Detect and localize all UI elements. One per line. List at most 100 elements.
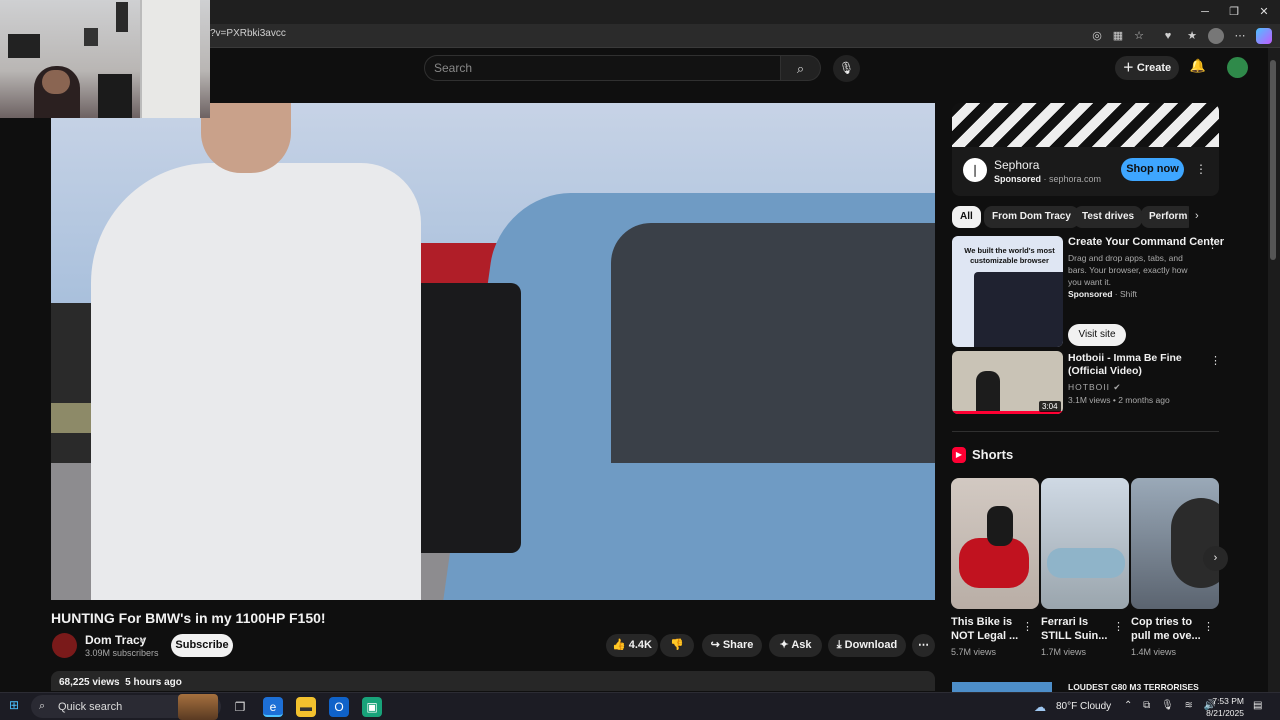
views-text: 68,225 views — [59, 677, 120, 688]
share-label: Share — [722, 639, 754, 651]
cloud-icon: ☁ — [1034, 700, 1046, 714]
short-thumbnail[interactable] — [951, 478, 1039, 609]
sponsored-description: Drag and drop apps, tabs, and bars. Your… — [1068, 253, 1188, 287]
favorites-icon[interactable]: ★ — [1184, 28, 1200, 44]
minimize-button[interactable]: ─ — [1196, 3, 1214, 21]
voice-search-button[interactable]: 🎙 — [833, 55, 860, 82]
shop-now-button[interactable]: Shop now — [1121, 158, 1184, 181]
short-thumbnail[interactable] — [1041, 478, 1129, 609]
search-placeholder: Search — [434, 61, 473, 75]
search-button[interactable]: ⌕ — [781, 55, 821, 81]
clock[interactable]: 7:53 PM 8/21/2025 — [1204, 695, 1244, 719]
share-icon: ↪ — [710, 639, 723, 651]
posted-time: 5 hours ago — [125, 677, 182, 688]
favorite-icon[interactable]: ☆ — [1131, 28, 1147, 44]
sponsored-title[interactable]: Create Your Command Center — [1068, 236, 1224, 248]
visit-site-button[interactable]: Visit site — [1068, 324, 1126, 346]
ad-name[interactable]: Sephora — [994, 158, 1039, 172]
more-vertical-icon[interactable]: ⋮ — [1113, 620, 1124, 633]
create-label: Create — [1136, 62, 1172, 74]
copilot-icon[interactable] — [1256, 28, 1272, 44]
account-avatar[interactable] — [1227, 57, 1248, 78]
more-vertical-icon[interactable]: ⋮ — [1207, 238, 1218, 251]
video-title: HUNTING For BMW's in my 1100HP F150! — [51, 610, 326, 626]
ask-label: Ask — [791, 639, 812, 651]
related-video-channel[interactable]: HOTBOII ✔ — [1068, 382, 1121, 393]
ask-button[interactable]: ✦ Ask — [769, 634, 822, 657]
video-player[interactable] — [51, 103, 935, 600]
extensions-icon[interactable]: ▦ — [1110, 28, 1126, 44]
app-icon[interactable]: ▣ — [362, 697, 382, 717]
short-thumbnail[interactable] — [1131, 478, 1219, 609]
short-views: 1.4M views — [1131, 647, 1177, 657]
view-count: 68,225 views 5 hours ago — [59, 677, 182, 688]
windows-start-icon[interactable]: ⊞ — [6, 698, 22, 714]
related-video-meta: 3.1M views • 2 months ago — [1068, 395, 1170, 405]
thumbs-up-icon: 👍 — [611, 639, 629, 651]
short-title[interactable]: Ferrari Is STILL Suin... — [1041, 615, 1119, 643]
url-text[interactable]: ?v=PXRbki3avcc — [210, 28, 286, 39]
more-vertical-icon[interactable]: ⋮ — [1203, 620, 1214, 633]
short-title[interactable]: Cop tries to pull me ove... — [1131, 615, 1209, 643]
notifications-icon[interactable]: ▤ — [1253, 700, 1262, 711]
create-button[interactable]: ＋ Create — [1115, 56, 1179, 80]
next-related-item[interactable]: LOUDEST G80 M3 TERRORISES — [952, 682, 1219, 692]
sparkle-icon: ✦ — [779, 639, 792, 651]
search-input[interactable] — [424, 55, 781, 81]
file-explorer-icon[interactable]: ▬ — [296, 697, 316, 717]
chip-from-dom-tracy[interactable]: From Dom Tracy — [984, 206, 1079, 228]
more-vertical-icon[interactable]: ⋮ — [1022, 620, 1033, 633]
scrollbar-thumb[interactable] — [1270, 60, 1276, 260]
share-button[interactable]: ↪ Share — [702, 634, 762, 657]
channel-name[interactable]: Dom Tracy — [85, 633, 146, 647]
like-button[interactable]: 👍 4.4K — [606, 634, 658, 657]
subscriber-count: 3.09M subscribers — [85, 648, 159, 658]
dislike-button[interactable]: 👎 — [660, 634, 694, 657]
chip-all[interactable]: All — [952, 206, 981, 228]
tracking-icon[interactable]: ◎ — [1089, 28, 1105, 44]
short-title[interactable]: This Bike is NOT Legal ... — [951, 615, 1029, 643]
sponsored-label: Sponsored — [1068, 289, 1113, 299]
more-vertical-icon[interactable]: ⋮ — [1210, 354, 1221, 367]
more-actions-button[interactable]: ⋯ — [912, 634, 935, 657]
close-button[interactable]: ✕ — [1255, 3, 1273, 21]
clock-time: 7:53 PM — [1212, 696, 1244, 706]
more-horizontal-icon: ⋯ — [918, 639, 929, 651]
verified-icon: ✔ — [139, 635, 147, 645]
short-views: 1.7M views — [1041, 647, 1087, 657]
weather-text[interactable]: 80°F Cloudy — [1056, 701, 1111, 712]
channel-avatar[interactable] — [52, 633, 77, 658]
chevron-right-icon[interactable]: › — [1195, 210, 1199, 222]
verified-icon: ✔ — [1113, 382, 1122, 392]
more-vertical-icon[interactable]: ⋮ — [1195, 162, 1207, 176]
sponsored-thumbnail[interactable]: We built the world's most customizable b… — [952, 236, 1063, 347]
subscribe-button[interactable]: Subscribe — [171, 634, 233, 657]
related-video-title[interactable]: Hotboii - Imma Be Fine (Official Video) — [1068, 352, 1203, 378]
chip-test-drives[interactable]: Test drives — [1074, 206, 1143, 228]
related-views: 3.1M views — [1068, 395, 1111, 405]
ad-banner-image[interactable] — [952, 103, 1219, 147]
ad-sponsored: Sponsored — [994, 174, 1042, 184]
download-icon: ⤓ — [836, 639, 845, 651]
next-related-thumbnail[interactable] — [952, 682, 1052, 692]
browser-essentials-icon[interactable]: ♥ — [1160, 28, 1176, 44]
shorts-next-button[interactable]: › — [1203, 546, 1228, 571]
chip-perform[interactable]: Perform — [1141, 206, 1189, 228]
clock-date: 8/21/2025 — [1206, 708, 1244, 718]
next-related-title[interactable]: LOUDEST G80 M3 TERRORISES — [1068, 682, 1199, 692]
short-views: 5.7M views — [951, 647, 997, 657]
outlook-icon[interactable]: O — [329, 697, 349, 717]
sponsored-thumb-text: We built the world's most customizable b… — [964, 246, 1055, 265]
download-button[interactable]: ⤓ Download — [828, 634, 906, 657]
more-icon[interactable]: ⋯ — [1232, 28, 1248, 44]
description-box[interactable] — [51, 671, 935, 691]
chip-perform-clip: Perform — [1141, 206, 1189, 228]
profile-icon[interactable] — [1208, 28, 1224, 44]
search-highlight-image[interactable] — [178, 694, 218, 720]
notifications-bell-icon[interactable]: 🔔 — [1188, 58, 1208, 78]
ad-domain: sephora.com — [1049, 174, 1102, 184]
plus-icon: ＋ — [1122, 62, 1137, 74]
restore-button[interactable]: ❐ — [1225, 3, 1243, 21]
task-view-icon[interactable]: ❐ — [230, 697, 250, 717]
edge-icon[interactable]: e — [263, 697, 283, 717]
